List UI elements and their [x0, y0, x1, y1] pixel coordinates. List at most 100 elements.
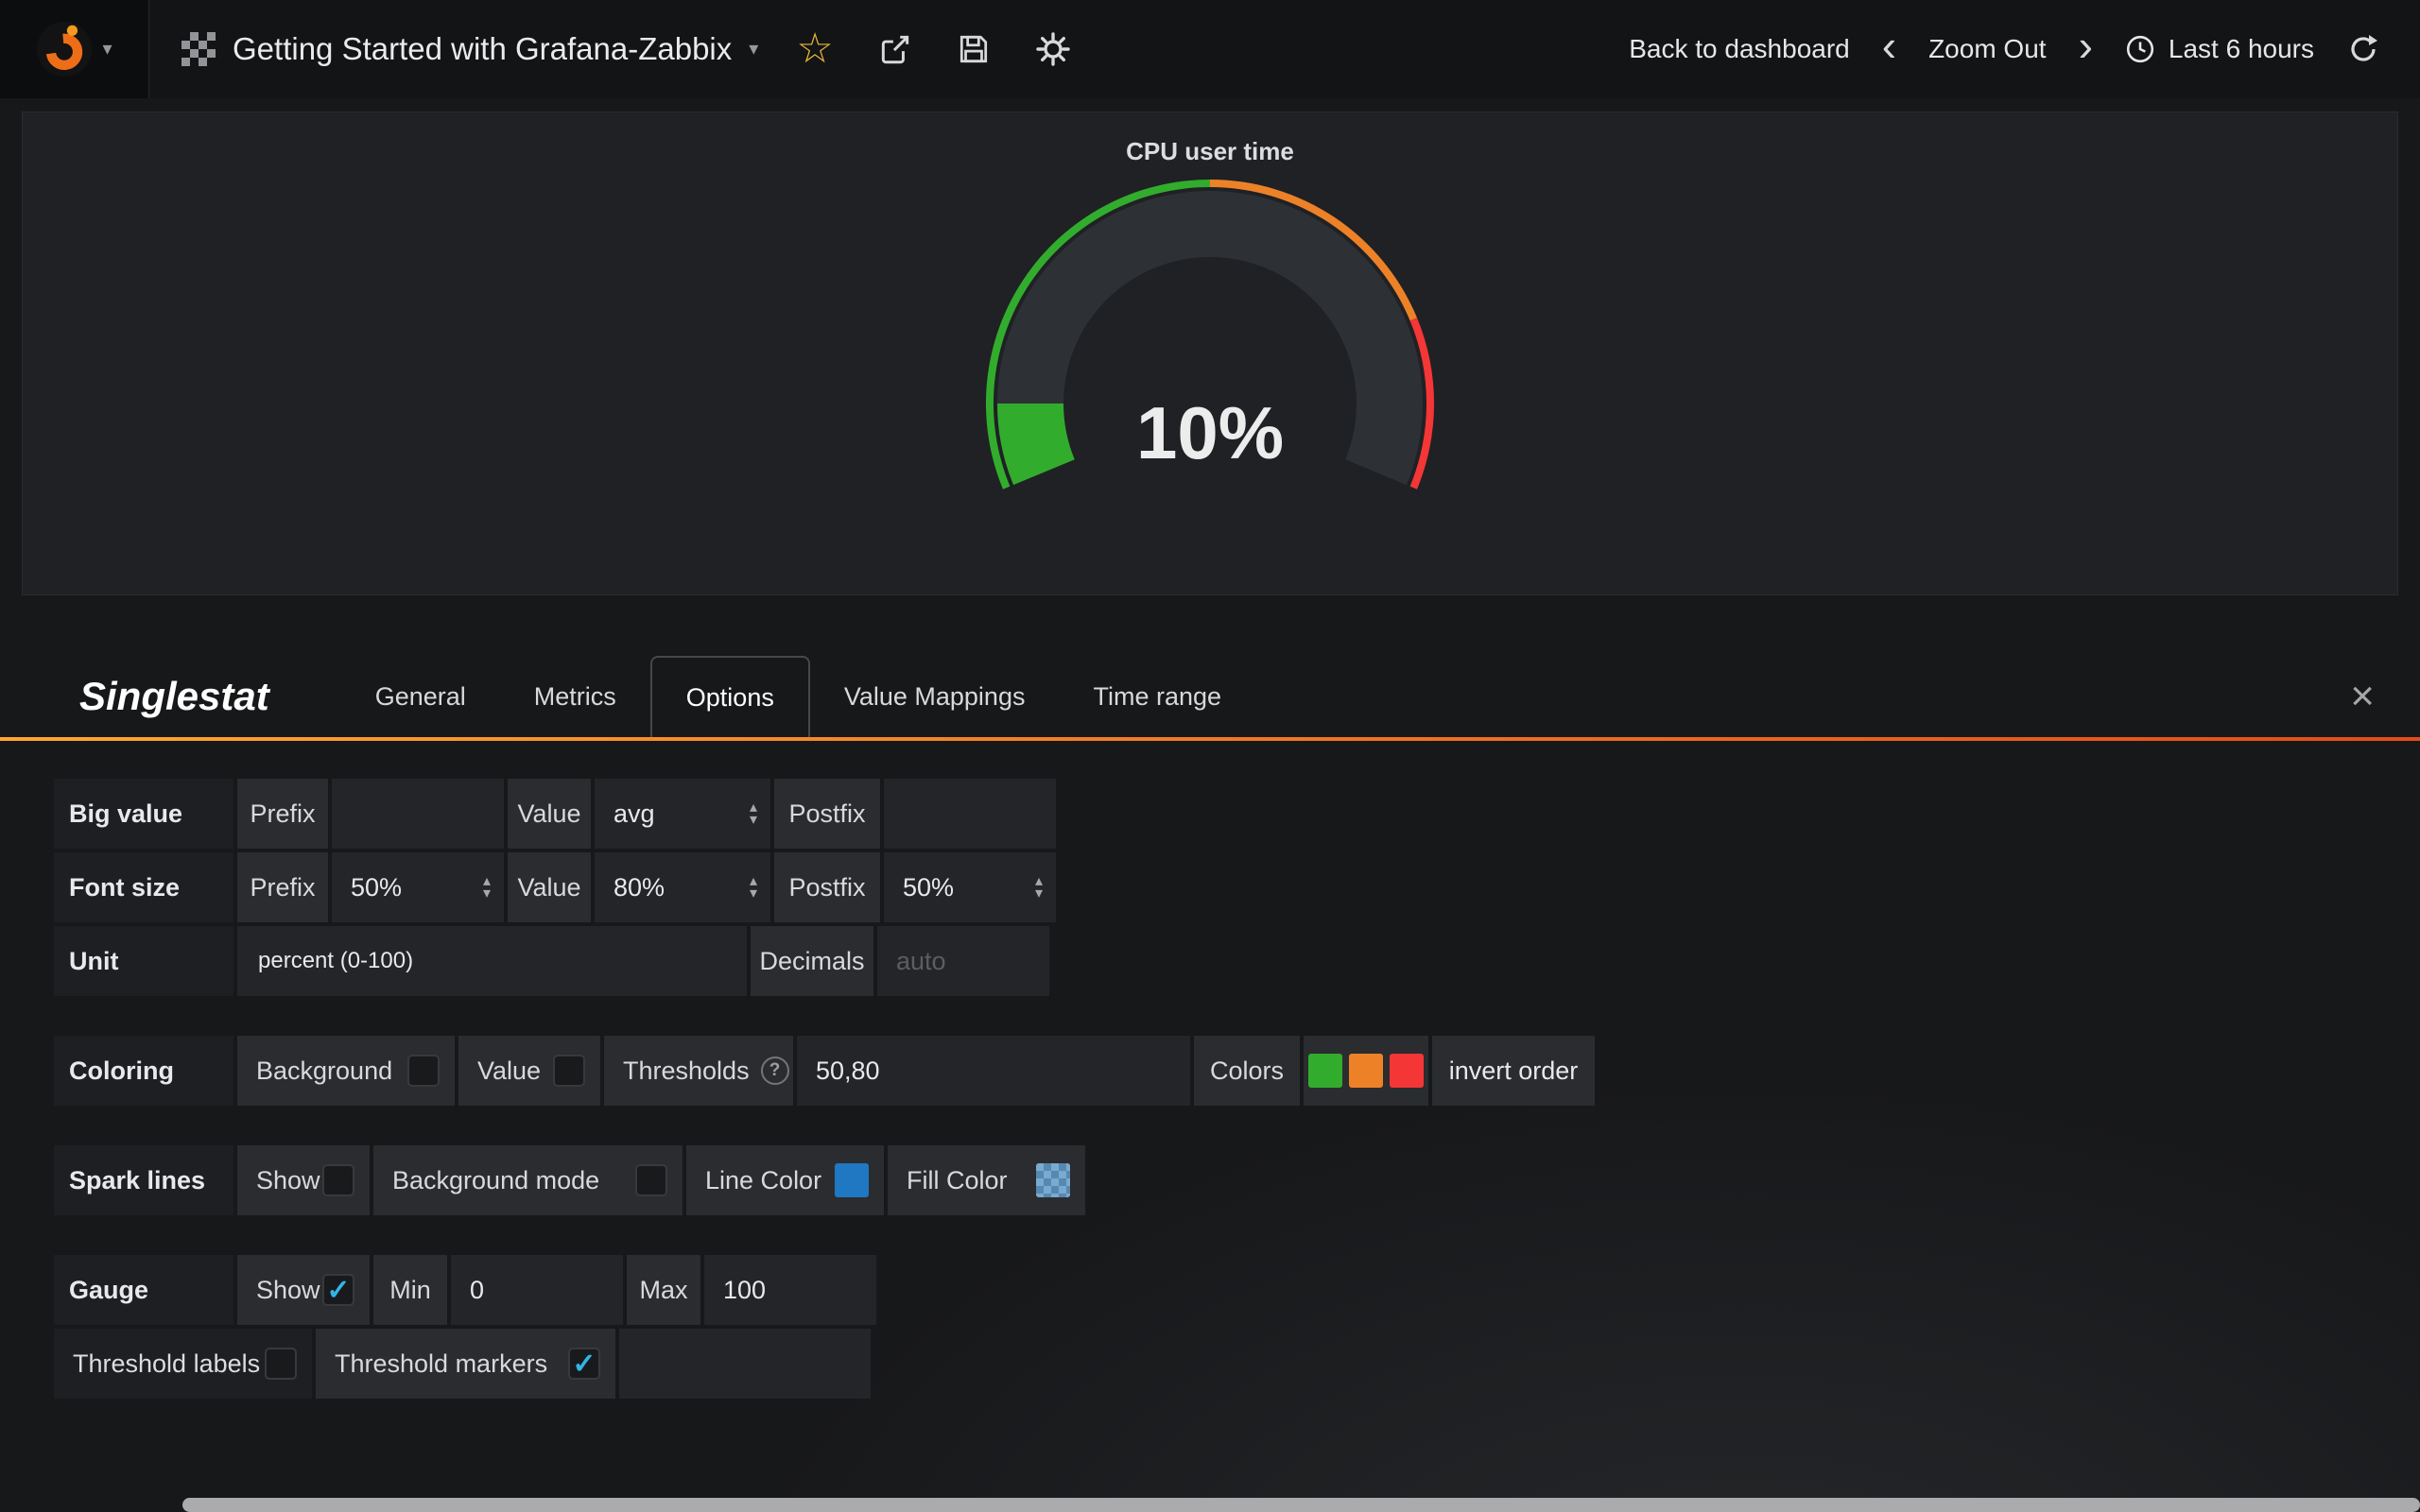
navbar-right: Back to dashboard ‹ Zoom Out › Last 6 ho…	[1629, 24, 2420, 75]
background-label: Background	[256, 1057, 392, 1086]
dashboard-title-button[interactable]: Getting Started with Grafana-Zabbix ▾	[149, 0, 790, 98]
time-range-label: Last 6 hours	[2169, 34, 2314, 64]
line-color-swatch[interactable]	[835, 1163, 869, 1197]
refresh-button[interactable]	[2346, 32, 2380, 66]
cpu-gauge-chart: 10%	[945, 172, 1475, 569]
postfix-size-value: 50%	[903, 873, 954, 902]
background-mode-label: Background mode	[392, 1166, 599, 1195]
value-coloring-checkbox[interactable]	[553, 1055, 585, 1087]
coloring-group: Coloring Background Value Thresholds ?	[54, 1036, 2420, 1106]
coloring-background-option: Background	[237, 1036, 455, 1106]
settings-button[interactable]	[1034, 30, 1072, 68]
threshold-labels-checkbox[interactable]	[265, 1348, 297, 1380]
tab-general[interactable]: General	[341, 656, 500, 737]
help-icon[interactable]: ?	[761, 1057, 789, 1085]
empty-cell	[619, 1329, 871, 1399]
threshold-markers-label: Threshold markers	[335, 1349, 547, 1379]
dashboard-title: Getting Started with Grafana-Zabbix	[233, 31, 732, 67]
thresholds-label: Thresholds	[623, 1057, 750, 1086]
font-size-postfix-select[interactable]: 50% ▴▾	[884, 852, 1056, 922]
unit-picker[interactable]: percent (0-100)	[237, 926, 747, 996]
threshold-markers-option: Threshold markers	[316, 1329, 615, 1399]
prefix-label: Prefix	[237, 852, 328, 922]
big-value-postfix-input[interactable]	[884, 779, 1056, 849]
prefix-size-value: 50%	[351, 873, 402, 902]
font-size-value-select[interactable]: 80% ▴▾	[595, 852, 770, 922]
tab-metrics[interactable]: Metrics	[500, 656, 650, 737]
dashboard-grid-icon	[182, 32, 216, 66]
thresholds-option: Thresholds ?	[604, 1036, 793, 1106]
save-button[interactable]	[957, 32, 991, 66]
title-caret-down-icon: ▾	[749, 40, 758, 59]
show-label: Show	[256, 1166, 320, 1195]
threshold-color-swatches	[1304, 1036, 1428, 1106]
zoom-out-button[interactable]: Zoom Out	[1928, 34, 2046, 64]
gauge-row-label: Gauge	[54, 1255, 233, 1325]
chevron-right-icon[interactable]: ›	[2079, 24, 2093, 75]
panel-editor: Singlestat General Metrics Options Value…	[0, 656, 2420, 1512]
font-size-prefix-select[interactable]: 50% ▴▾	[332, 852, 504, 922]
svg-text:10%: 10%	[1136, 391, 1284, 474]
panel-title[interactable]: CPU user time	[1126, 137, 1294, 166]
coloring-row: Coloring Background Value Thresholds ?	[54, 1036, 2420, 1106]
back-to-dashboard-button[interactable]: Back to dashboard	[1629, 34, 1850, 64]
close-editor-icon[interactable]: ×	[2350, 676, 2375, 717]
star-button[interactable]: ☆	[796, 28, 833, 70]
sparkline-show-option: Show	[237, 1145, 370, 1215]
line-color-label: Line Color	[705, 1166, 821, 1195]
value-options-group: Big value Prefix Value avg ▴▾ Postfix Fo…	[54, 779, 2420, 996]
threshold-color-3-swatch[interactable]	[1390, 1054, 1424, 1088]
value-size-value: 80%	[614, 873, 665, 902]
decimals-label: Decimals	[751, 926, 873, 996]
background-mode-checkbox[interactable]	[635, 1164, 667, 1196]
decimals-input[interactable]	[877, 926, 1049, 996]
big-value-prefix-input[interactable]	[332, 779, 504, 849]
background-mode-option: Background mode	[373, 1145, 683, 1215]
select-arrows-icon: ▴▾	[750, 801, 757, 826]
unit-row-label: Unit	[54, 926, 233, 996]
singlestat-panel: CPU user time 10%	[22, 112, 2398, 595]
gauge-min-input[interactable]	[451, 1255, 623, 1325]
threshold-markers-checkbox[interactable]	[568, 1348, 600, 1380]
grafana-logo-button[interactable]: ▾	[0, 0, 149, 98]
prefix-label: Prefix	[237, 779, 328, 849]
threshold-color-1-swatch[interactable]	[1308, 1054, 1342, 1088]
grafana-logo-icon	[36, 21, 93, 77]
tab-time-range[interactable]: Time range	[1059, 656, 1255, 737]
select-arrows-icon: ▴▾	[483, 875, 491, 900]
show-label: Show	[256, 1276, 320, 1305]
big-value-function-select[interactable]: avg ▴▾	[595, 779, 770, 849]
max-label: Max	[627, 1255, 700, 1325]
chevron-left-icon[interactable]: ‹	[1882, 24, 1896, 75]
gauge-show-checkbox[interactable]	[322, 1274, 354, 1306]
horizontal-scrollbar[interactable]	[182, 1498, 2420, 1512]
editor-tabs: General Metrics Options Value Mappings T…	[341, 656, 1255, 737]
share-button[interactable]	[877, 31, 913, 67]
value-label: Value	[508, 852, 591, 922]
invert-order-button[interactable]: invert order	[1432, 1036, 1595, 1106]
clock-icon	[2125, 34, 2155, 64]
select-arrows-icon: ▴▾	[1035, 875, 1043, 900]
select-arrows-icon: ▴▾	[750, 875, 757, 900]
threshold-color-2-swatch[interactable]	[1349, 1054, 1383, 1088]
gauge-group: Gauge Show Min Max Threshold labels	[54, 1255, 2420, 1399]
tab-options[interactable]: Options	[650, 656, 810, 737]
fill-color-option: Fill Color	[888, 1145, 1085, 1215]
threshold-display-row: Threshold labels Threshold markers	[54, 1329, 2420, 1399]
gauge-max-input[interactable]	[704, 1255, 876, 1325]
thresholds-input[interactable]	[797, 1036, 1190, 1106]
panel-editor-header: Singlestat General Metrics Options Value…	[0, 656, 2420, 737]
save-icon	[957, 32, 991, 66]
background-coloring-checkbox[interactable]	[407, 1055, 440, 1087]
tab-value-mappings[interactable]: Value Mappings	[810, 656, 1060, 737]
coloring-row-label: Coloring	[54, 1036, 233, 1106]
navbar: ▾ Getting Started with Grafana-Zabbix ▾ …	[0, 0, 2420, 98]
fill-color-swatch[interactable]	[1036, 1163, 1070, 1197]
panel-type-title: Singlestat	[79, 674, 269, 719]
font-size-row-label: Font size	[54, 852, 233, 922]
value-label: Value	[508, 779, 591, 849]
sparkline-show-checkbox[interactable]	[322, 1164, 354, 1196]
gear-icon	[1034, 30, 1072, 68]
postfix-label: Postfix	[774, 779, 880, 849]
time-range-button[interactable]: Last 6 hours	[2125, 34, 2314, 64]
